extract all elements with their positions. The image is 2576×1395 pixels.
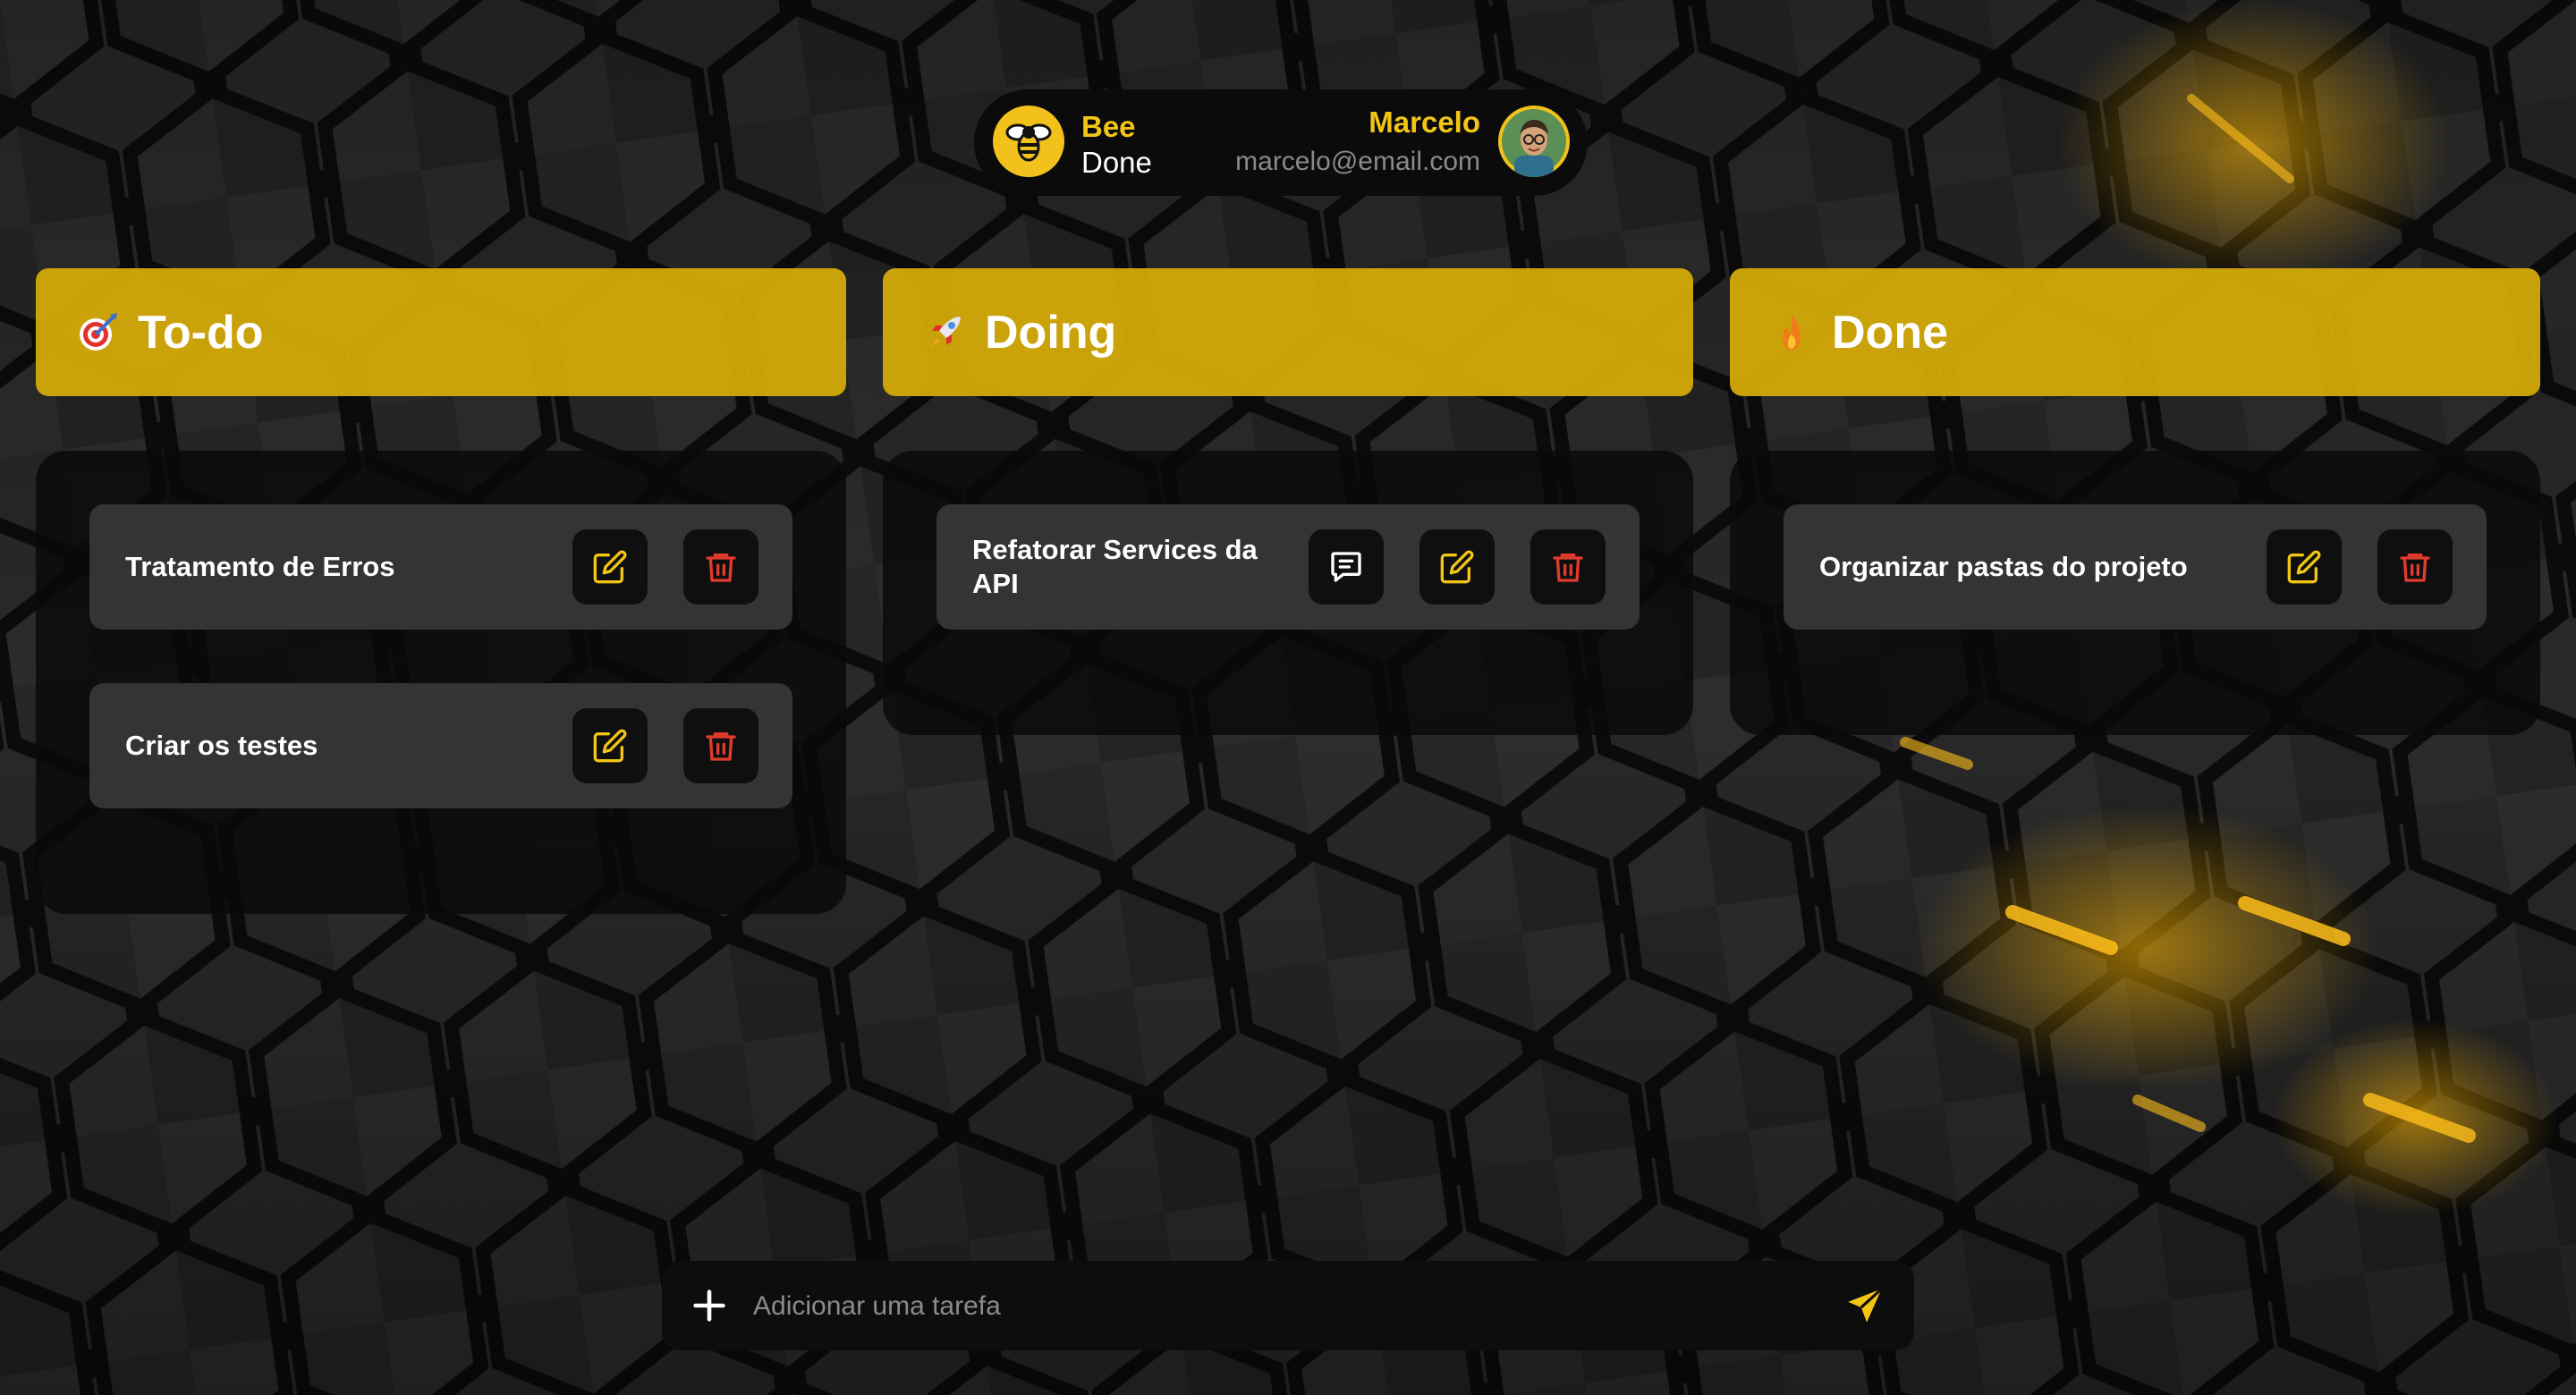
user-email: marcelo@email.com [1235,147,1480,176]
brand-line-2: Done [1081,146,1152,179]
app-header: Bee Done Marcelo marcelo@email.com [974,89,1588,196]
fire-icon [1767,309,1816,357]
task-card[interactable]: Organizar pastas do projeto [1784,504,2487,630]
column-panel-todo: Tratamento de Erros Criar os testes [36,451,846,914]
add-task-bar [662,1261,1914,1350]
brand-name: Bee Done [1081,109,1152,181]
edit-button[interactable] [572,529,648,604]
edit-icon [593,729,627,763]
edit-button[interactable] [1419,529,1495,604]
comment-icon [1331,552,1361,582]
task-card[interactable]: Tratamento de Erros [89,504,792,630]
column-title-todo: To-do [138,306,264,359]
comment-button[interactable] [1309,529,1384,604]
delete-button[interactable] [683,708,758,783]
edit-button[interactable] [2267,529,2342,604]
delete-button[interactable] [2377,529,2453,604]
task-card[interactable]: Refatorar Services da API [936,504,1640,630]
rocket-icon [920,309,969,357]
edit-icon [1440,550,1474,584]
edit-button[interactable] [572,708,648,783]
target-icon [73,309,122,357]
edit-icon [593,550,627,584]
add-task-input[interactable] [751,1279,1810,1334]
bee-logo-icon [993,106,1064,177]
trash-icon [706,554,736,582]
task-title: Criar os testes [125,730,318,761]
column-title-doing: Doing [985,306,1117,359]
plus-icon[interactable] [689,1285,730,1326]
task-title: Organizar pastas do projeto [1819,551,2188,582]
column-panel-done: Organizar pastas do projeto [1730,451,2540,735]
avatar[interactable] [1498,106,1570,177]
delete-button[interactable] [1530,529,1606,604]
task-title: Refatorar Services da API [972,534,1258,599]
column-header-done: Done [1730,268,2540,396]
brand-line-1: Bee [1081,110,1136,143]
user-name: Marcelo [1368,106,1480,139]
column-header-todo: To-do [36,268,846,396]
column-panel-doing: Refatorar Services da API [883,451,1693,735]
edit-icon [2287,550,2321,584]
column-header-doing: Doing [883,268,1693,396]
task-card[interactable]: Criar os testes [89,683,792,808]
column-title-done: Done [1832,306,1948,359]
trash-icon [706,732,736,761]
trash-icon [1553,554,1583,582]
task-title: Tratamento de Erros [125,551,395,582]
delete-button[interactable] [683,529,758,604]
trash-icon [2400,554,2430,582]
send-icon[interactable] [1843,1283,1887,1328]
